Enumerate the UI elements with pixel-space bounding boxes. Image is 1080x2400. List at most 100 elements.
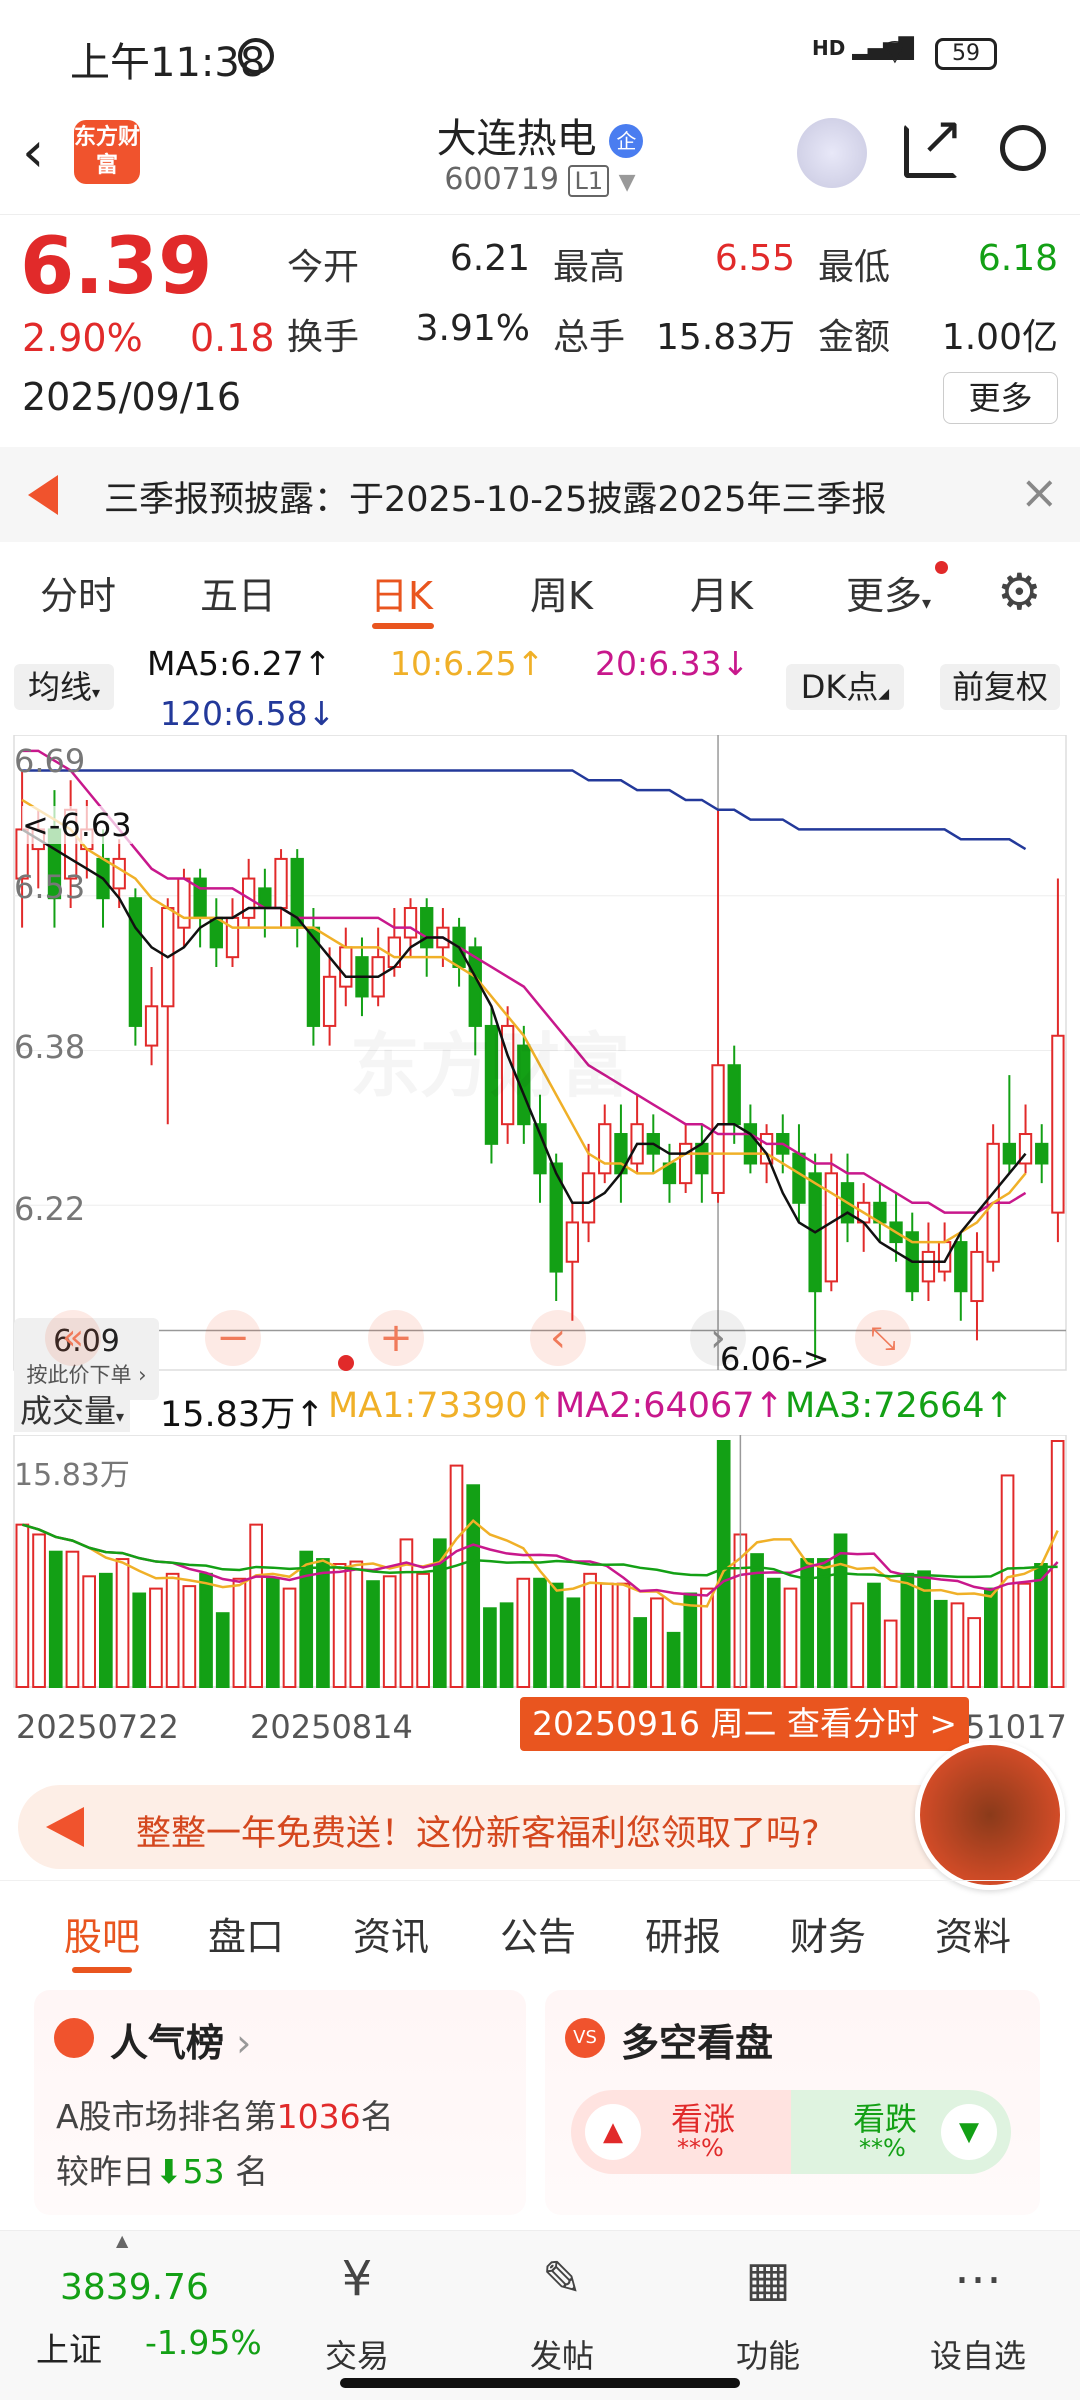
notification-dot xyxy=(935,561,948,574)
bull-bear-title: 多空看盘 xyxy=(621,2021,774,2065)
ranking-icon xyxy=(54,2018,94,2058)
volume-bar xyxy=(883,1619,898,1688)
index-value: 3839.76 xyxy=(60,2267,209,2308)
high-value: 6.55 xyxy=(714,238,795,279)
tab-order-book[interactable]: 盘口 xyxy=(208,1906,284,1961)
fullscreen-icon[interactable]: ⤡ xyxy=(855,1310,911,1366)
volume-select[interactable]: 成交量▾ xyxy=(14,1386,131,1432)
volume-bar xyxy=(265,1577,280,1688)
promo-banner[interactable]: 整整一年免费送！这份新客福利您领取了吗? xyxy=(18,1785,978,1869)
tab-news[interactable]: 资讯 xyxy=(353,1906,429,1961)
caret-icon: ▾ xyxy=(91,683,101,702)
volume-bar xyxy=(984,1587,998,1689)
tab-guba[interactable]: 股吧 xyxy=(64,1906,140,1961)
volume-bar xyxy=(1017,1582,1032,1688)
wifi-icon: ⌔ xyxy=(878,32,912,73)
close-icon[interactable]: × xyxy=(1020,465,1059,519)
tab-daily-k[interactable]: 日K xyxy=(370,565,433,620)
speaker-icon xyxy=(28,475,58,515)
tab-monthly-k[interactable]: 月K xyxy=(690,565,753,620)
candle-body xyxy=(954,1241,968,1293)
index-name: 上证 xyxy=(36,2330,102,2369)
tab-more[interactable]: 更多▾ xyxy=(846,565,931,620)
indicator-select-label: 均线 xyxy=(27,668,92,706)
zoom-out-icon[interactable]: − xyxy=(205,1310,261,1366)
order-at-price-hint: 按此价下单 › xyxy=(26,1363,147,1387)
alarm-icon xyxy=(238,38,274,74)
volume-bar xyxy=(783,1587,798,1689)
scroll-left-icon[interactable]: ‹ xyxy=(530,1310,586,1366)
add-watchlist-icon: ⋯ xyxy=(954,2251,1002,2307)
change-amount: 0.18 xyxy=(190,316,275,360)
ma10-label: 10:6.25↑ xyxy=(390,644,545,683)
index-ticker[interactable]: ▲ 3839.76 上证 -1.95% xyxy=(0,2231,270,2400)
battery-icon: 59 xyxy=(935,38,997,70)
tab-research[interactable]: 研报 xyxy=(645,1906,721,1961)
volume-value: 15.83万 xyxy=(655,317,795,358)
tab-five-day[interactable]: 五日 xyxy=(200,565,276,620)
tab-timeshare[interactable]: 分时 xyxy=(40,565,116,620)
amount-value: 1.00亿 xyxy=(941,317,1058,358)
indicator-select[interactable]: 均线▾ xyxy=(14,664,114,710)
zoom-in-icon[interactable]: + xyxy=(368,1310,424,1366)
nav-add-watchlist[interactable]: 设自选 xyxy=(908,2331,1048,2377)
candle-body xyxy=(1002,1142,1017,1165)
volume-bar xyxy=(316,1558,330,1688)
volume-bar xyxy=(466,1484,481,1688)
candle-body xyxy=(678,1142,693,1185)
more-quote-button[interactable]: 更多 xyxy=(943,372,1058,424)
rank-change: 53 xyxy=(182,2152,225,2191)
chart-period-tabs: 分时 五日 日K 周K 月K 更多▾ ⚙ xyxy=(0,545,1080,635)
nav-function[interactable]: 功能 xyxy=(698,2331,838,2377)
scroll-left-fast-icon[interactable]: « xyxy=(45,1310,101,1366)
robot-assistant-icon[interactable] xyxy=(797,118,867,188)
open-label: 今开 xyxy=(287,247,360,288)
tab-weekly-k[interactable]: 周K xyxy=(530,565,593,620)
notice-text: 三季报预披露：于2025-10-25披露2025年三季报 xyxy=(104,480,887,520)
notice-bar[interactable]: 三季报预披露：于2025-10-25披露2025年三季报 × xyxy=(0,447,1080,542)
max-price-marker: <-6.63 xyxy=(22,806,132,844)
tab-finance[interactable]: 财务 xyxy=(790,1906,866,1961)
rank-prefix: A股市场排名第 xyxy=(56,2097,277,2136)
tab-profile[interactable]: 资料 xyxy=(935,1906,1011,1961)
volume-bar xyxy=(249,1523,263,1688)
search-icon[interactable] xyxy=(1000,125,1046,171)
tab-announcements[interactable]: 公告 xyxy=(500,1906,576,1961)
candle-body xyxy=(403,907,418,939)
volume-bar xyxy=(516,1577,531,1688)
nav-trade[interactable]: 交易 xyxy=(287,2331,427,2377)
candle-body xyxy=(209,916,223,949)
view-intraday-tooltip[interactable]: 20250916 周二 查看分时 > xyxy=(520,1697,970,1751)
candle-body xyxy=(921,1250,936,1283)
volume-select-label: 成交量 xyxy=(20,1392,117,1430)
amount-label: 金额 xyxy=(818,317,891,358)
candle-body xyxy=(1051,1034,1065,1214)
vol-ma2-label: MA2:64067↑ xyxy=(555,1386,784,1426)
volume-bar xyxy=(82,1575,96,1688)
dk-point-button[interactable]: DK点◢ xyxy=(786,664,904,710)
floating-promo-avatar[interactable] xyxy=(915,1740,1065,1890)
ma120-line xyxy=(22,769,1027,851)
volume-chart[interactable] xyxy=(0,1435,1080,1695)
dropdown-icon: ▼ xyxy=(618,170,636,195)
volume-bar xyxy=(132,1592,147,1689)
volume-bar xyxy=(182,1585,197,1688)
bullish-button[interactable]: ▲ 看涨 **% xyxy=(571,2090,791,2174)
volume-bar xyxy=(533,1577,547,1688)
popularity-card[interactable]: 人气榜 › A股市场排名第1036名 较昨日⬇53 名 xyxy=(34,1990,526,2215)
chart-watermark: 东方财富 xyxy=(350,1010,630,1111)
candle-body xyxy=(128,897,143,1027)
nav-post[interactable]: 发帖 xyxy=(492,2331,632,2377)
status-bar: 上午11:38 HD ▂▄▆█ ⌔ 59 xyxy=(0,0,1080,100)
settings-icon[interactable]: ⚙ xyxy=(997,563,1042,621)
open-value: 6.21 xyxy=(449,238,530,279)
rank-line: A股市场排名第1036名 xyxy=(56,2090,394,2138)
volume-bar xyxy=(700,1587,714,1689)
volume-bar xyxy=(666,1631,681,1689)
bull-bear-card[interactable]: VS 多空看盘 ▲ 看涨 **% 看跌 **% ▼ xyxy=(545,1990,1040,2215)
popularity-title-text: 人气榜 xyxy=(110,2021,225,2065)
bearish-button[interactable]: 看跌 **% ▼ xyxy=(791,2090,1011,2174)
volume-bar xyxy=(499,1602,514,1688)
adjust-button[interactable]: 前复权 xyxy=(940,664,1060,710)
scroll-right-icon[interactable]: › xyxy=(690,1310,746,1366)
